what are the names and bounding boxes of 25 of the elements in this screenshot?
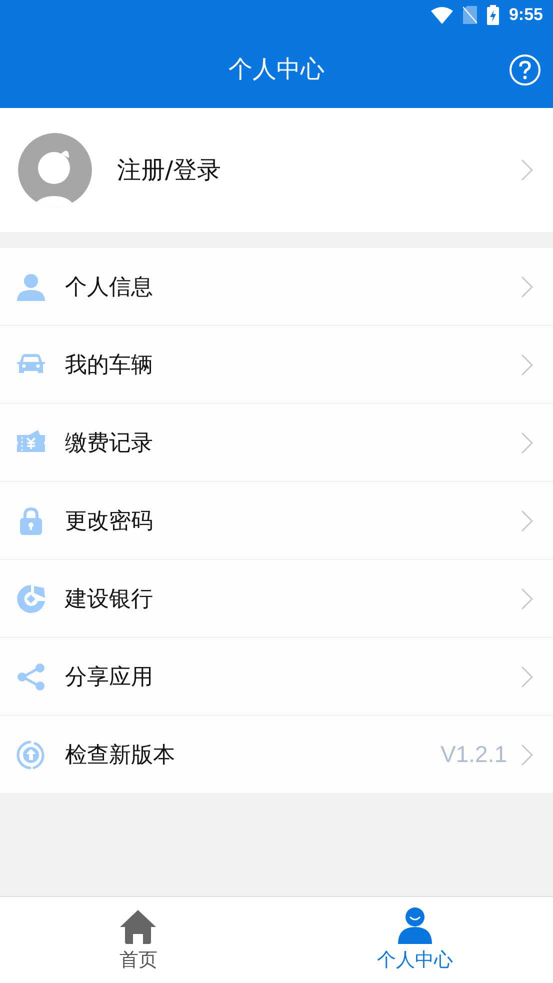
login-row[interactable]: 注册/登录 [0, 108, 553, 232]
chevron-icon [521, 354, 533, 376]
bank-logo-icon [16, 584, 46, 614]
nav-tab[interactable]: 个人中心 [276, 897, 553, 983]
no-sim-icon [462, 6, 477, 24]
person-icon [16, 272, 46, 302]
person-icon [396, 907, 433, 945]
version-text: V1.2.1 [440, 741, 507, 768]
battery-icon [486, 5, 499, 25]
page-title: 个人中心 [228, 54, 324, 85]
chevron-icon [521, 159, 533, 181]
chevron-icon [521, 510, 533, 532]
nav-tab[interactable]: 首页 [0, 897, 276, 983]
chevron-icon [521, 666, 533, 688]
chevron-icon [521, 276, 533, 298]
upload-icon [16, 740, 46, 770]
home-icon [119, 909, 158, 945]
wifi-icon [430, 6, 453, 24]
avatar-icon [17, 132, 93, 208]
chevron-icon [521, 744, 533, 766]
share-icon [16, 662, 46, 692]
chevron-icon [521, 432, 533, 454]
chevron-icon [521, 588, 533, 610]
status-time: 9:55 [508, 5, 543, 25]
help-icon[interactable] [509, 54, 541, 86]
